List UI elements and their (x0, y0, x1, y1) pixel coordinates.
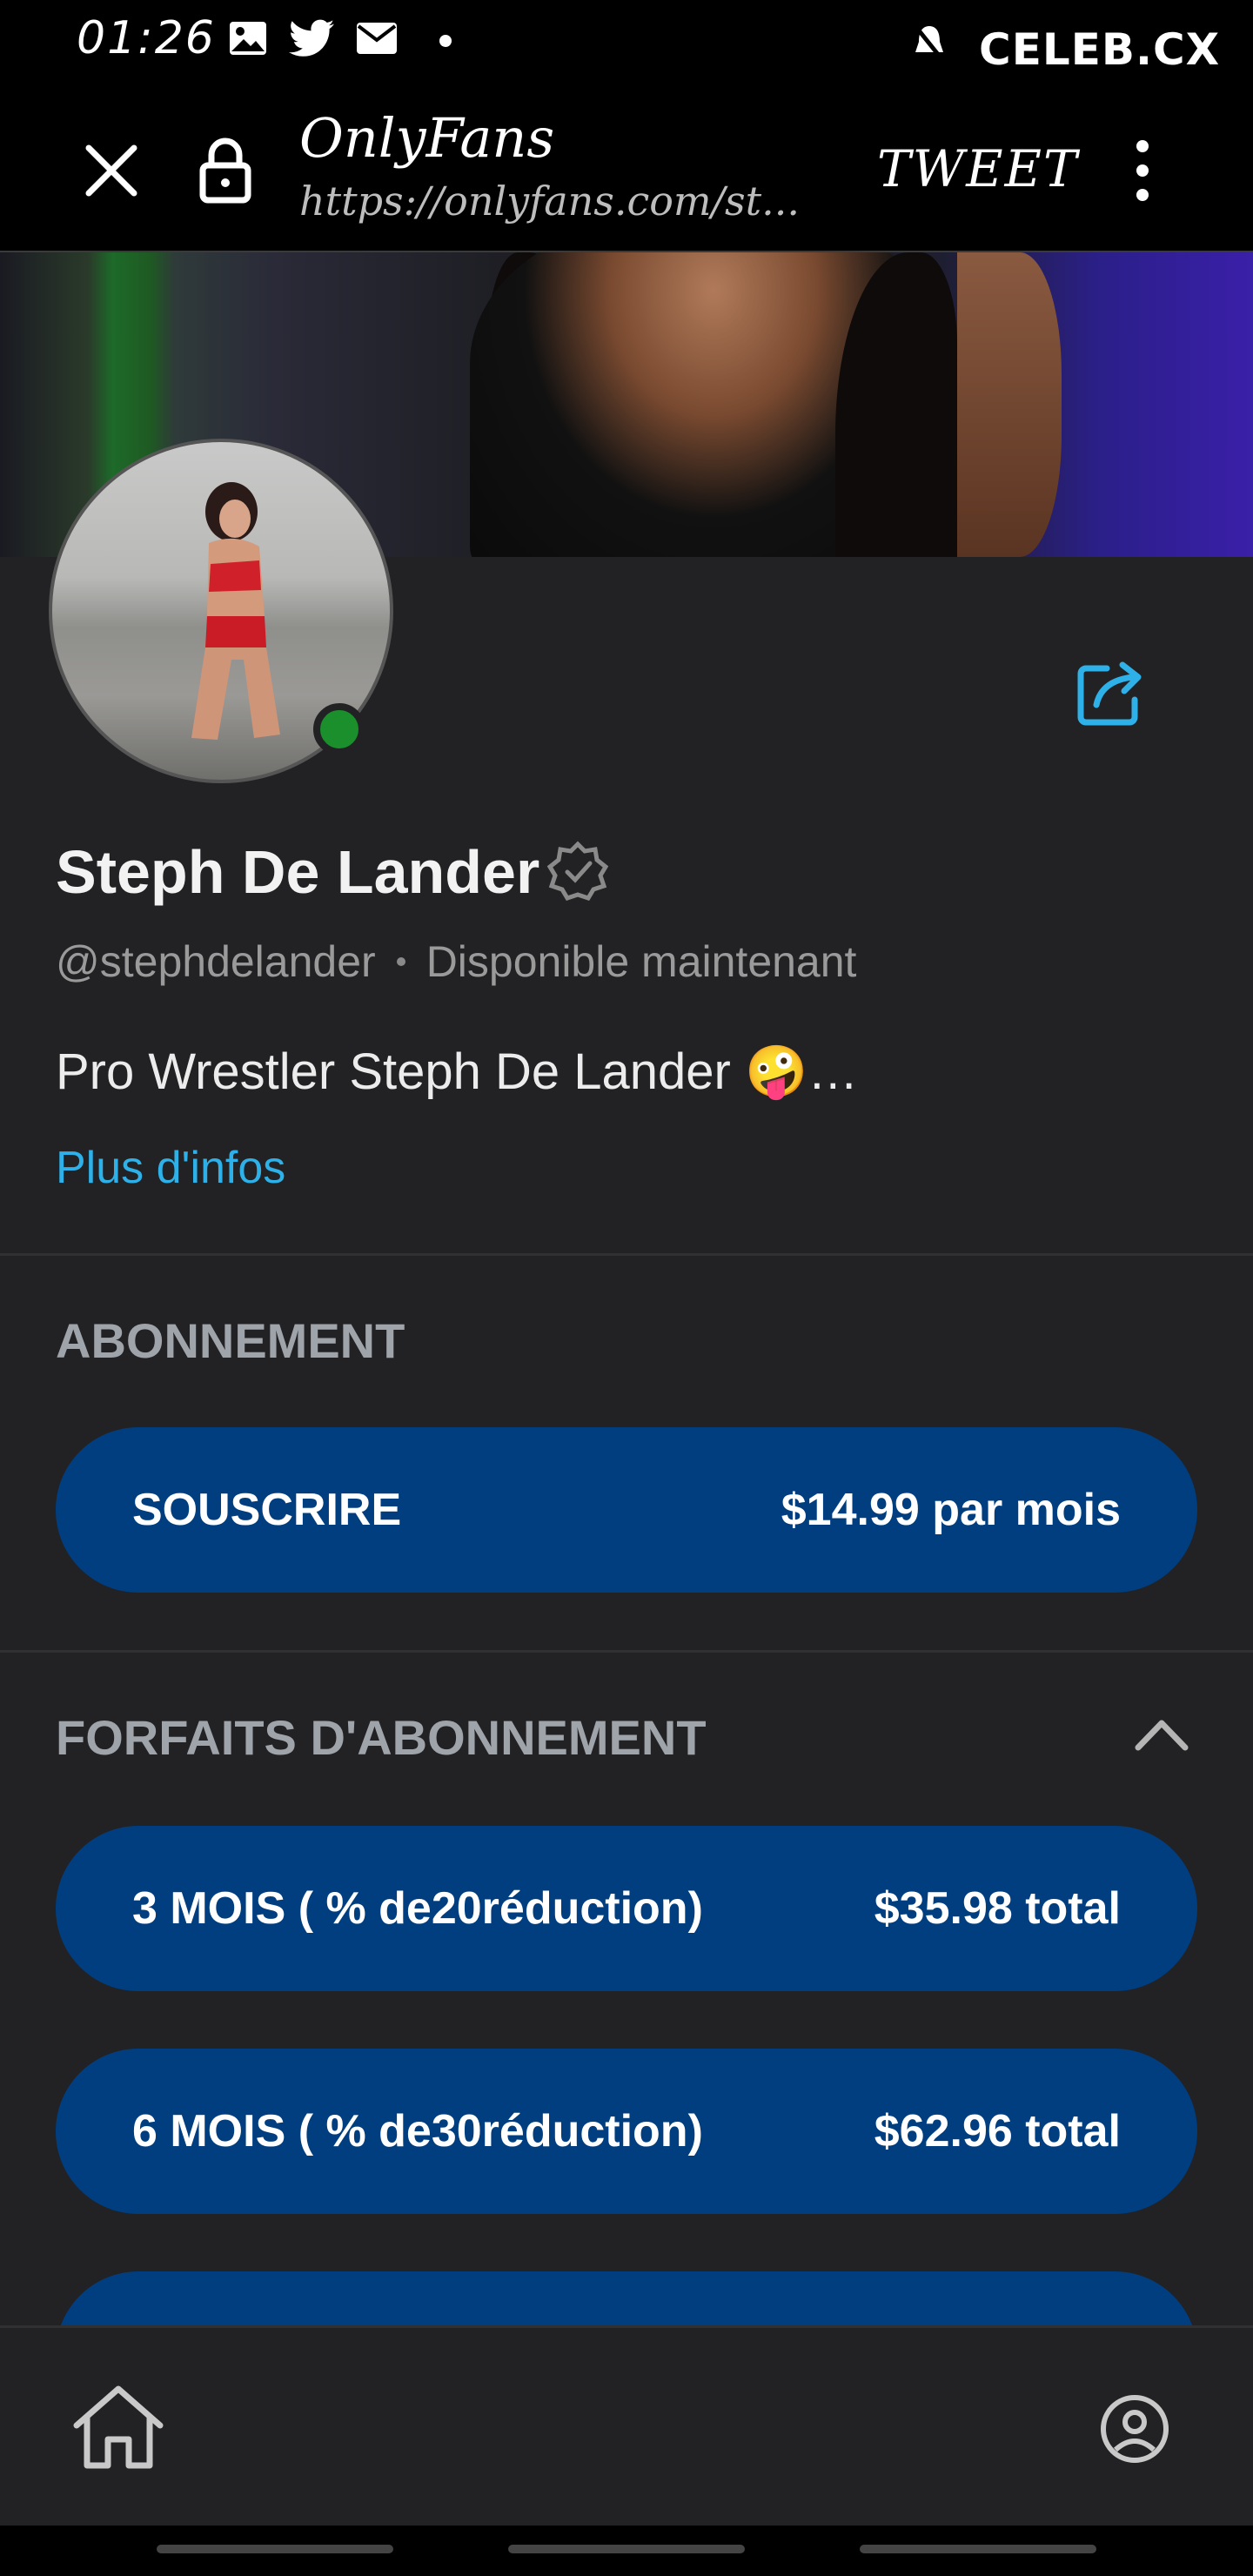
watermark: CELEB.CX (979, 24, 1221, 75)
handle-row: @stephdelander Disponible maintenant (56, 936, 856, 987)
home-gesture[interactable] (508, 2545, 745, 2553)
avatar-photo (191, 482, 280, 740)
online-indicator (313, 703, 365, 755)
bundle-label: 6 MOIS ( % de30réduction) (132, 2106, 703, 2157)
divider (0, 1253, 1253, 1256)
divider (0, 1650, 1253, 1653)
page-title: OnlyFans (299, 106, 555, 170)
verified-icon (546, 841, 609, 902)
recents-gesture[interactable] (157, 2545, 393, 2553)
status-bar: 01:26 CELEB.CX (0, 0, 1253, 87)
bundle-button-3-months[interactable]: 3 MOIS ( % de20réduction) $35.98 total (56, 1826, 1197, 1991)
share-icon[interactable] (1075, 658, 1150, 728)
bundles-section-title: FORFAITS D'ABONNEMENT (56, 1710, 707, 1765)
profile-bio: Pro Wrestler Steph De Lander 🤪… (56, 1043, 859, 1100)
subscribe-label: SOUSCRIRE (132, 1485, 402, 1535)
more-info-link[interactable]: Plus d'infos (56, 1142, 285, 1194)
bundle-price: $62.96 total (874, 2106, 1121, 2157)
browser-toolbar: OnlyFans https://onlyfans.com/st... TWEE… (0, 87, 1253, 252)
gesture-bar (0, 2526, 1253, 2576)
bundle-button-6-months[interactable]: 6 MOIS ( % de30réduction) $62.96 total (56, 2049, 1197, 2214)
home-icon[interactable] (70, 2382, 167, 2472)
lock-icon[interactable] (198, 136, 252, 205)
bundle-label: 3 MOIS ( % de20réduction) (132, 1883, 703, 1934)
bundle-price: $35.98 total (874, 1883, 1121, 1934)
close-icon[interactable] (80, 139, 143, 202)
chevron-up-icon[interactable] (1133, 1714, 1190, 1753)
tweet-button[interactable]: TWEET (877, 139, 1079, 198)
bottom-navigation (0, 2325, 1253, 2528)
mail-icon (357, 23, 397, 54)
dot-icon (439, 35, 452, 47)
more-vert-icon[interactable] (1129, 136, 1156, 205)
availability-status: Disponible maintenant (425, 937, 857, 986)
back-gesture[interactable] (860, 2545, 1096, 2553)
status-icons (228, 19, 399, 57)
subscribe-button[interactable]: SOUSCRIRE $14.99 par mois (56, 1427, 1197, 1593)
profile-icon[interactable] (1098, 2392, 1171, 2465)
subscription-section-title: ABONNEMENT (56, 1313, 405, 1368)
subscribe-price: $14.99 par mois (781, 1485, 1121, 1535)
silent-icon (914, 24, 945, 63)
twitter-icon (289, 19, 334, 57)
status-time: 01:26 (77, 12, 216, 64)
profile-handle: @stephdelander (56, 937, 376, 986)
image-icon (230, 22, 266, 55)
profile-name: Steph De Lander (56, 838, 540, 906)
separator-dot (396, 957, 405, 966)
profile-name-row: Steph De Lander (56, 837, 609, 907)
url-text[interactable]: https://onlyfans.com/st... (299, 178, 839, 225)
